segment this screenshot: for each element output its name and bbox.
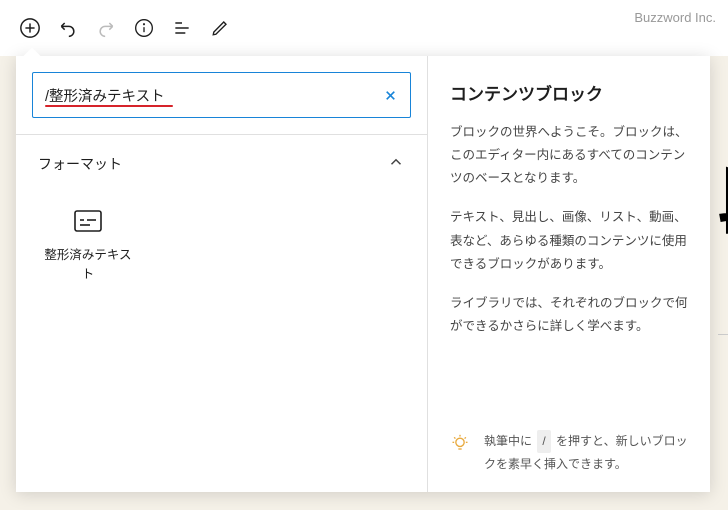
brand-label: Buzzword Inc.: [634, 10, 716, 25]
editor-toolbar: [0, 0, 728, 56]
plus-circle-icon: [19, 17, 41, 39]
redo-button[interactable]: [88, 10, 124, 46]
panel-paragraph: テキスト、見出し、画像、リスト、動画、表など、あらゆる種類のコンテンツに使用でき…: [450, 206, 688, 275]
outline-icon: [172, 18, 192, 38]
page-title-background: 段: [718, 138, 728, 250]
close-icon: [384, 89, 397, 102]
block-item-preformatted[interactable]: 整形済みテキスト: [28, 196, 148, 298]
divider: [718, 334, 728, 335]
block-grid: 整形済みテキスト: [16, 188, 427, 306]
undo-icon: [58, 18, 78, 38]
kbd-slash: /: [537, 430, 550, 453]
add-block-button[interactable]: [12, 10, 48, 46]
clear-search-button[interactable]: [378, 83, 402, 107]
lightbulb-icon: [450, 434, 470, 462]
tip-text: 執筆中に / を押すと、新しいブロックを素早く挿入できます。: [484, 430, 688, 476]
info-button[interactable]: [126, 10, 162, 46]
block-search-panel: フォーマット 整形済みテキスト: [16, 56, 428, 492]
redo-icon: [96, 18, 116, 38]
undo-button[interactable]: [50, 10, 86, 46]
search-container: [16, 56, 427, 135]
block-label: 整形済みテキスト: [43, 246, 133, 284]
edit-button[interactable]: [202, 10, 238, 46]
spellcheck-underline: [45, 105, 173, 107]
preformatted-icon: [74, 210, 102, 232]
block-inserter-panel: フォーマット 整形済みテキスト コンテンツブロック ブロックの世界へようこそ。ブ…: [16, 56, 710, 492]
outline-button[interactable]: [164, 10, 200, 46]
info-icon: [134, 18, 154, 38]
search-input[interactable]: [45, 87, 370, 103]
pencil-icon: [211, 19, 229, 37]
panel-title: コンテンツブロック: [450, 80, 688, 105]
panel-paragraph: ライブラリでは、それぞれのブロックで何ができるかさらに詳しく学べます。: [450, 292, 688, 338]
search-box: [32, 72, 411, 118]
chevron-up-icon: [387, 153, 405, 174]
panel-paragraph: ブロックの世界へようこそ。ブロックは、このエディター内にあるすべてのコンテンツの…: [450, 121, 688, 190]
section-title: フォーマット: [38, 154, 122, 174]
block-description-panel: コンテンツブロック ブロックの世界へようこそ。ブロックは、このエディター内にある…: [428, 56, 710, 492]
tip-row: 執筆中に / を押すと、新しいブロックを素早く挿入できます。: [450, 430, 688, 476]
section-header-format[interactable]: フォーマット: [16, 135, 427, 188]
